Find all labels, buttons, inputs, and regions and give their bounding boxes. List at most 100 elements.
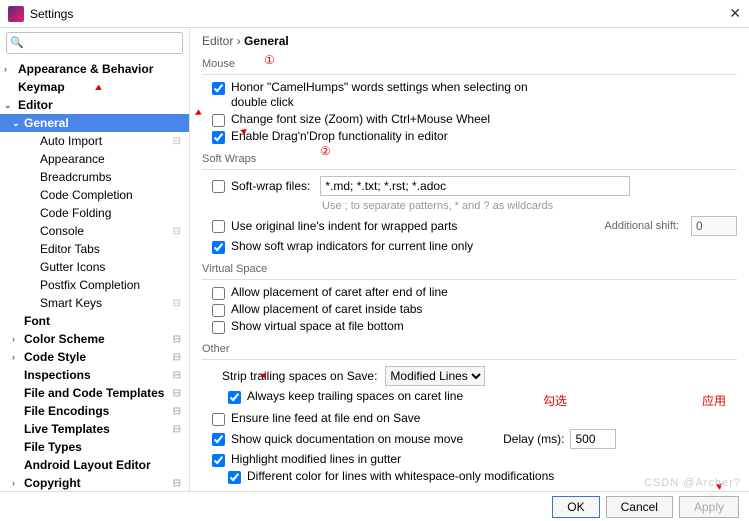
tree-item-appearance[interactable]: Appearance [0,150,189,168]
tree-item-inspections[interactable]: Inspections ⊟ [0,366,189,384]
tree-item-code-folding[interactable]: Code Folding [0,204,189,222]
tree-item-code-style[interactable]: ›Code Style⊟ [0,348,189,366]
project-indicator-icon: ⊟ [173,406,185,417]
orig-indent-label: Use original line's indent for wrapped p… [231,219,457,233]
quickdoc-checkbox[interactable] [212,433,225,446]
tree-item-file-and-code-templates[interactable]: File and Code Templates⊟ [0,384,189,402]
chevron-icon: › [4,64,7,74]
delay-input[interactable] [570,429,616,449]
strip-spaces-select[interactable]: Modified Lines [385,366,485,386]
orig-indent-checkbox[interactable] [212,220,225,233]
breadcrumb-root[interactable]: Editor [202,34,233,48]
keep-caret-spaces-checkbox[interactable] [228,391,241,404]
tree-item-general[interactable]: ⌄General [0,114,189,132]
tree-item-file-encodings[interactable]: File Encodings⊟ [0,402,189,420]
tree-item-font[interactable]: Font [0,312,189,330]
ensure-lf-checkbox[interactable] [212,413,225,426]
dialog-buttons: OK Cancel Apply [0,491,749,521]
tree-item-label: Editor [18,98,53,112]
close-icon[interactable]: ✕ [729,5,741,22]
zoom-checkbox[interactable] [212,114,225,127]
search-wrap: 🔍 [0,28,189,58]
tree-item-label: Live Templates [24,422,110,436]
project-indicator-icon: ⊟ [173,370,185,381]
dnd-row: Enable Drag'n'Drop functionality in edit… [212,129,737,144]
divider [202,279,737,280]
strip-spaces-label: Strip trailing spaces on Save: [222,369,377,383]
chevron-icon: ⌄ [4,100,12,111]
search-icon: 🔍 [10,36,24,49]
tree-item-copyright[interactable]: ›Copyright⊟ [0,474,189,492]
project-indicator-icon: ⊟ [173,388,185,399]
caret-after-eol-checkbox[interactable] [212,287,225,300]
tree-item-label: Color Scheme [24,332,105,346]
search-input[interactable] [6,32,183,54]
tree-item-breadcrumbs[interactable]: Breadcrumbs [0,168,189,186]
tree-item-color-scheme[interactable]: › Color Scheme ⊟ [0,330,189,348]
additional-shift-label: Additional shift: [604,220,679,232]
tree-item-label: Code Completion [40,188,133,202]
dnd-checkbox[interactable] [212,131,225,144]
tree-item-label: Inspections [24,368,91,382]
diff-color-checkbox[interactable] [228,471,241,484]
project-indicator-icon: ⊟ [173,136,185,147]
tree-item-label: File Types [24,440,82,454]
project-indicator-icon: ⊟ [173,334,185,345]
breadcrumb: Editor › General [202,34,737,48]
chevron-icon: › [12,334,15,344]
tree-item-smart-keys[interactable]: Smart Keys⊟ [0,294,189,312]
softwrap-patterns-input[interactable] [320,176,630,196]
tree-item-code-completion[interactable]: Code Completion [0,186,189,204]
tree-item-console[interactable]: Console ⊟ [0,222,189,240]
apply-button[interactable]: Apply [679,496,739,518]
honor-camelhumps-label: Honor "CamelHumps" words settings when s… [231,80,561,110]
chevron-icon: › [12,352,15,362]
project-indicator-icon: ⊟ [173,352,185,363]
additional-shift-input[interactable] [691,216,737,236]
softwrap-files-checkbox[interactable] [212,180,225,193]
tree-item-editor-tabs[interactable]: Editor Tabs [0,240,189,258]
wrap-indicators-checkbox[interactable] [212,241,225,254]
quickdoc-row: Show quick documentation on mouse move D… [212,429,737,449]
virtual-bottom-label: Show virtual space at file bottom [231,319,404,334]
honor-camelhumps-row: Honor "CamelHumps" words settings when s… [212,80,737,110]
strip-spaces-row: Strip trailing spaces on Save: Modified … [212,366,737,386]
tree-item-gutter-icons[interactable]: Gutter Icons [0,258,189,276]
caret-after-eol-label: Allow placement of caret after end of li… [231,285,448,300]
project-indicator-icon: ⊟ [173,298,185,309]
ensure-lf-label: Ensure line feed at file end on Save [231,411,420,426]
tree-item-label: Console [40,224,84,238]
project-indicator-icon: ⊟ [173,226,185,237]
honor-camelhumps-checkbox[interactable] [212,82,225,95]
caret-inside-tabs-checkbox[interactable] [212,304,225,317]
orig-indent-row: Use original line's indent for wrapped p… [212,216,737,236]
divider [202,169,737,170]
ok-button[interactable]: OK [552,496,599,518]
tree-item-file-types[interactable]: File Types [0,438,189,456]
tree-item-label: Font [24,314,50,328]
tree-item-label: Copyright [24,476,81,490]
softwrap-hint: Use ; to separate patterns, * and ? as w… [322,200,737,212]
group-mouse-label: Mouse [202,58,737,70]
content-panel: Editor › General Mouse Honor "CamelHumps… [190,28,749,492]
virtual-bottom-checkbox[interactable] [212,321,225,334]
window-title: Settings [30,7,73,21]
group-other-label: Other [202,343,737,355]
tree-item-android-layout-editor[interactable]: Android Layout Editor [0,456,189,474]
app-icon [8,6,24,22]
tree-item-editor[interactable]: ⌄ Editor [0,96,189,114]
tree-item-appearance-behavior[interactable]: ›Appearance & Behavior [0,60,189,78]
tree-item-label: Auto Import [40,134,102,148]
divider [202,74,737,75]
tree-item-postfix-completion[interactable]: Postfix Completion [0,276,189,294]
divider [202,359,737,360]
tree-item-auto-import[interactable]: Auto Import ⊟ [0,132,189,150]
highlight-gutter-checkbox[interactable] [212,454,225,467]
tree-item-live-templates[interactable]: Live Templates⊟ [0,420,189,438]
breadcrumb-sep: › [237,34,241,48]
tree-item-label: Appearance [40,152,105,166]
tree-item-label: Editor Tabs [40,242,100,256]
chevron-icon: › [12,478,15,488]
cancel-button[interactable]: Cancel [606,496,673,518]
tree-item-keymap[interactable]: Keymap [0,78,189,96]
